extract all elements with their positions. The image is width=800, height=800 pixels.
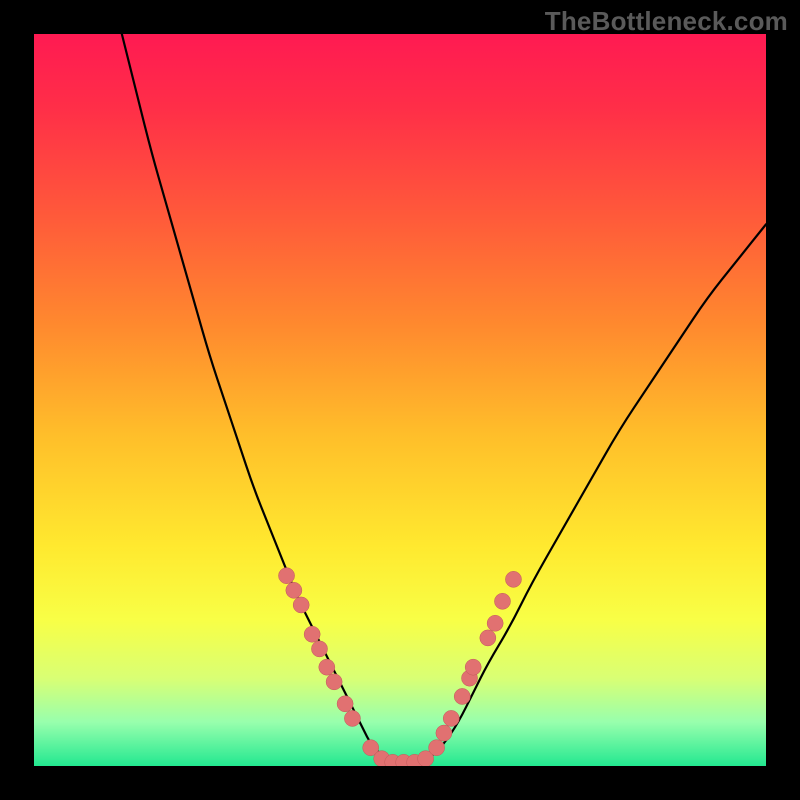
data-marker (278, 568, 294, 584)
data-marker (286, 582, 302, 598)
data-marker (436, 725, 452, 741)
data-marker (487, 615, 503, 631)
data-marker (429, 740, 445, 756)
data-marker (337, 696, 353, 712)
data-marker (344, 710, 360, 726)
data-marker (326, 674, 342, 690)
plot-area (34, 34, 766, 766)
data-marker (494, 593, 510, 609)
data-marker (293, 597, 309, 613)
data-marker (443, 710, 459, 726)
data-marker (454, 688, 470, 704)
data-marker (304, 626, 320, 642)
data-marker (505, 571, 521, 587)
watermark-text: TheBottleneck.com (545, 6, 788, 37)
data-marker (480, 630, 496, 646)
data-marker (311, 641, 327, 657)
gradient-background (34, 34, 766, 766)
data-marker (319, 659, 335, 675)
plot-svg (34, 34, 766, 766)
chart-frame: TheBottleneck.com (0, 0, 800, 800)
data-marker (465, 659, 481, 675)
